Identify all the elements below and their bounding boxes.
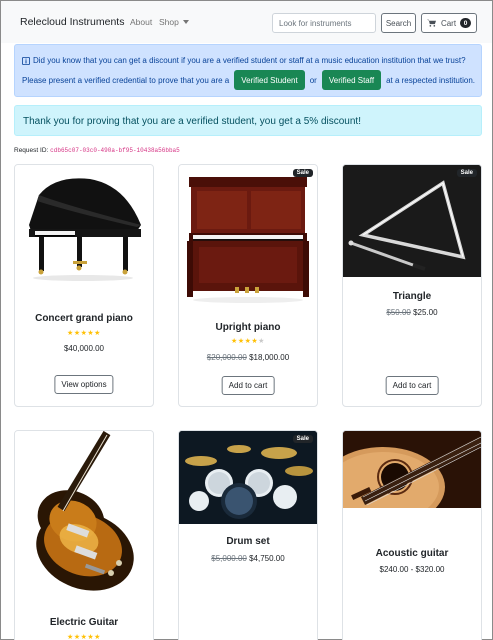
product-old-price: $20,000.00 <box>206 353 247 362</box>
product-card-acoustic-guitar[interactable]: Acoustic guitar $240.00 - $320.00 <box>342 430 482 640</box>
product-sale-price: $25.00 <box>413 308 438 317</box>
discount-alert-line2: Please present a verified credential to … <box>22 70 475 90</box>
student-discount-alert: Thank you for proving that you are a ver… <box>14 105 482 136</box>
navbar: Relecloud Instruments About Shop Search … <box>1 1 492 43</box>
product-card-triangle[interactable]: Sale Triangle $50.00 $25.00 Add to cart <box>342 164 482 407</box>
cart-button[interactable]: Cart 0 <box>421 13 477 33</box>
product-name[interactable]: Triangle <box>343 291 481 302</box>
request-id-value: cdb65c07-03c0-490a-bf95-10438a56bba5 <box>50 147 180 154</box>
search-button[interactable]: Search <box>381 13 416 33</box>
product-old-price: $50.00 <box>386 308 411 317</box>
nav-about-link[interactable]: About <box>130 17 152 27</box>
verified-student-button[interactable]: Verified Student <box>234 70 305 90</box>
star-icon: ★★★★ <box>231 338 259 345</box>
verified-staff-button[interactable]: Verified Staff <box>321 70 382 90</box>
nav-shop-label: Shop <box>159 17 179 27</box>
discount-alert-line1: Did you know that you can get a discount… <box>22 56 466 65</box>
product-price: $50.00 $25.00 <box>343 308 481 317</box>
product-card-electric-guitar[interactable]: Electric Guitar ★★★★★ <box>14 430 154 640</box>
product-price: $40,000.00 <box>63 344 105 353</box>
request-id-label: Request ID: <box>14 147 49 154</box>
product-rating: ★★★★★ <box>179 337 317 345</box>
product-image-triangle[interactable]: Sale <box>343 165 481 277</box>
search-input[interactable] <box>272 13 376 33</box>
product-name[interactable]: Electric Guitar <box>15 617 153 628</box>
product-sale-price: $4,750.00 <box>249 554 285 563</box>
add-to-cart-button[interactable]: Add to cart <box>385 376 439 395</box>
product-image-electric-guitar[interactable] <box>15 431 153 605</box>
sale-badge: Sale <box>456 169 477 177</box>
product-image-upright-piano[interactable]: Sale <box>179 165 317 305</box>
product-name[interactable]: Acoustic guitar <box>343 548 481 559</box>
view-options-button[interactable]: View options <box>54 375 114 394</box>
cart-count-badge: 0 <box>460 18 472 28</box>
brand-link[interactable]: Relecloud Instruments <box>20 16 124 28</box>
product-name[interactable]: Upright piano <box>179 322 317 333</box>
product-rating: ★★★★★ <box>15 633 153 640</box>
product-old-price: $5,000.00 <box>211 554 247 563</box>
discount-alert-or: or <box>309 75 317 85</box>
product-name[interactable]: Concert grand piano <box>15 313 153 324</box>
discount-alert-prefix: Please present a verified credential to … <box>22 75 230 85</box>
discount-alert-suffix: at a respected institution. <box>386 75 476 85</box>
product-price: $20,000.00 $18,000.00 <box>179 353 317 362</box>
info-icon <box>22 56 30 65</box>
product-price: $240.00 - $320.00 <box>379 565 445 574</box>
sale-badge: Sale <box>292 169 313 177</box>
product-image-acoustic-guitar[interactable] <box>343 431 481 508</box>
star-icon: ★★★★★ <box>67 634 101 640</box>
product-card-drum-set[interactable]: Sale Drum set $5,000.00 $4,750.00 <box>178 430 318 640</box>
product-image-grand-piano[interactable] <box>15 165 153 285</box>
product-rating: ★★★★★ <box>15 329 153 337</box>
product-card-concert-grand-piano[interactable]: Concert grand piano ★★★★★ $40,000.00 Vie… <box>14 164 154 407</box>
discount-info-alert: Did you know that you can get a discount… <box>14 44 482 97</box>
request-id: Request ID: cdb65c07-03c0-490a-bf95-1043… <box>14 147 180 154</box>
cart-icon <box>426 19 436 27</box>
nav-shop-dropdown[interactable]: Shop <box>159 17 189 27</box>
star-empty-icon: ★ <box>258 338 265 345</box>
product-name[interactable]: Drum set <box>179 536 317 547</box>
product-price: $5,000.00 $4,750.00 <box>179 554 317 563</box>
add-to-cart-button[interactable]: Add to cart <box>221 376 275 395</box>
sale-badge: Sale <box>292 435 313 443</box>
product-image-drum-set[interactable]: Sale <box>179 431 317 524</box>
cart-label: Cart <box>440 18 457 28</box>
chevron-down-icon <box>182 20 189 24</box>
star-icon: ★★★★★ <box>67 330 101 337</box>
product-card-upright-piano[interactable]: Sale Upright piano ★★★★★ $20,000.00 $18,… <box>178 164 318 407</box>
discount-alert-text: Did you know that you can get a discount… <box>33 56 466 65</box>
product-sale-price: $18,000.00 <box>249 353 290 362</box>
